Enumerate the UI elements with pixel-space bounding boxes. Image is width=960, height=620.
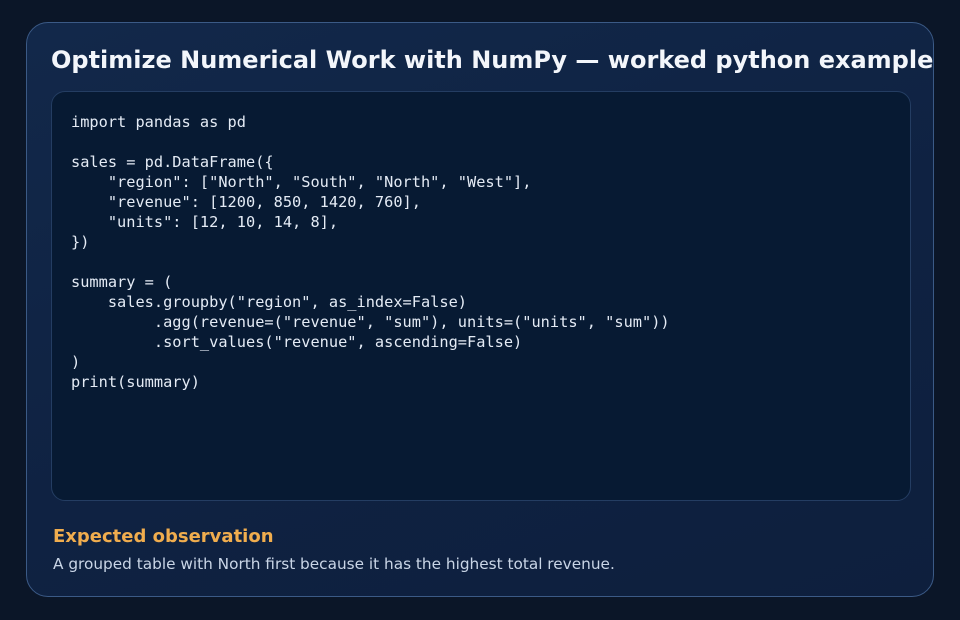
page-title: Optimize Numerical Work with NumPy — wor… [51, 46, 934, 74]
code-block: import pandas as pd sales = pd.DataFrame… [51, 91, 911, 501]
observation-heading: Expected observation [53, 526, 274, 547]
code-line: "region": ["North", "South", "North", "W… [71, 173, 532, 191]
code-line: print(summary) [71, 373, 200, 391]
code-text: import pandas as pd sales = pd.DataFrame… [71, 112, 670, 392]
code-line: "units": [12, 10, 14, 8], [71, 213, 339, 231]
code-line: sales.groupby("region", as_index=False) [71, 293, 468, 311]
code-line: .sort_values("revenue", ascending=False) [71, 333, 523, 351]
code-line: "revenue": [1200, 850, 1420, 760], [71, 193, 421, 211]
code-line: ) [71, 353, 81, 371]
code-line: summary = ( [71, 273, 173, 291]
code-line: .agg(revenue=("revenue", "sum"), units=(… [71, 313, 670, 331]
example-card: Optimize Numerical Work with NumPy — wor… [26, 22, 934, 597]
code-line: sales = pd.DataFrame({ [71, 153, 274, 171]
code-line: }) [71, 233, 90, 251]
code-line: import pandas as pd [71, 113, 246, 131]
observation-text: A grouped table with North first because… [53, 555, 615, 573]
